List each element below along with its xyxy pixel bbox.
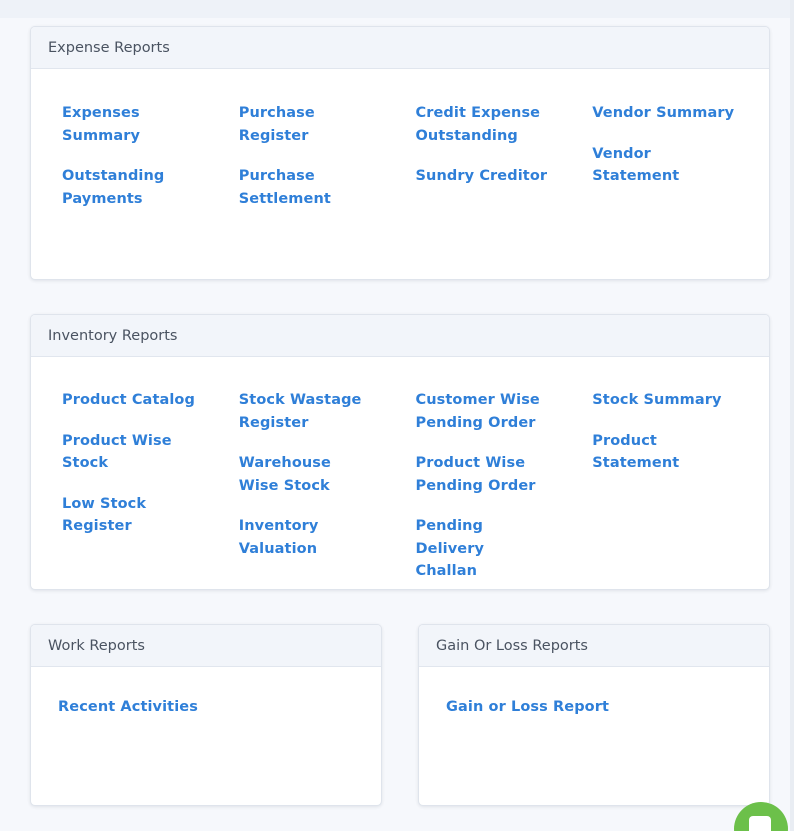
link-stock-summary[interactable]: Stock Summary: [592, 389, 742, 412]
chat-icon: [749, 816, 771, 831]
link-sundry-creditor[interactable]: Sundry Creditor: [416, 165, 566, 188]
page-scrollbar[interactable]: [790, 0, 794, 831]
inventory-reports-card: Inventory Reports Product Catalog Produc…: [30, 314, 770, 590]
inventory-reports-header: Inventory Reports: [31, 315, 769, 357]
link-purchase-settlement[interactable]: Purchase Settlement: [239, 165, 334, 210]
link-product-wise-pending-order[interactable]: Product Wise Pending Order: [416, 452, 541, 497]
link-vendor-summary[interactable]: Vendor Summary: [592, 102, 742, 125]
gain-loss-reports-card: Gain Or Loss Reports Gain or Loss Report: [418, 624, 770, 806]
link-expenses-summary[interactable]: Expenses Summary: [62, 102, 157, 147]
expense-col-1: Expenses Summary Outstanding Payments: [62, 102, 239, 210]
chat-fab-button[interactable]: [734, 802, 788, 831]
link-vendor-statement[interactable]: Vendor Statement: [592, 143, 687, 188]
link-pending-delivery-challan[interactable]: Pending Delivery Challan: [416, 515, 551, 583]
gain-loss-reports-links: Gain or Loss Report: [419, 667, 769, 719]
expense-reports-header: Expense Reports: [31, 27, 769, 69]
link-credit-expense-outstanding[interactable]: Credit Expense Outstanding: [416, 102, 541, 147]
link-low-stock-register[interactable]: Low Stock Register: [62, 493, 157, 538]
link-product-catalog[interactable]: Product Catalog: [62, 389, 212, 412]
link-outstanding-payments[interactable]: Outstanding Payments: [62, 165, 172, 210]
expense-col-4: Vendor Summary Vendor Statement: [592, 102, 769, 210]
work-reports-links: Recent Activities: [31, 667, 381, 719]
top-bar-strip: [0, 0, 794, 18]
gain-loss-reports-header: Gain Or Loss Reports: [419, 625, 769, 667]
link-inventory-valuation[interactable]: Inventory Valuation: [239, 515, 334, 560]
expense-reports-links: Expenses Summary Outstanding Payments Pu…: [31, 69, 769, 210]
expense-col-3: Credit Expense Outstanding Sundry Credit…: [416, 102, 593, 210]
link-product-statement[interactable]: Product Statement: [592, 430, 687, 475]
work-reports-title: Work Reports: [48, 637, 145, 654]
work-reports-header: Work Reports: [31, 625, 381, 667]
inventory-reports-links: Product Catalog Product Wise Stock Low S…: [31, 357, 769, 583]
link-stock-wastage-register[interactable]: Stock Wastage Register: [239, 389, 364, 434]
inventory-col-2: Stock Wastage Register Warehouse Wise St…: [239, 389, 416, 583]
expense-reports-card: Expense Reports Expenses Summary Outstan…: [30, 26, 770, 280]
work-reports-card: Work Reports Recent Activities: [30, 624, 382, 806]
expense-col-2: Purchase Register Purchase Settlement: [239, 102, 416, 210]
link-warehouse-wise-stock[interactable]: Warehouse Wise Stock: [239, 452, 369, 497]
gain-loss-reports-title: Gain Or Loss Reports: [436, 637, 588, 654]
inventory-col-1: Product Catalog Product Wise Stock Low S…: [62, 389, 239, 583]
inventory-col-4: Stock Summary Product Statement: [592, 389, 769, 583]
inventory-reports-title: Inventory Reports: [48, 327, 178, 344]
link-recent-activities[interactable]: Recent Activities: [58, 699, 198, 715]
link-product-wise-stock[interactable]: Product Wise Stock: [62, 430, 172, 475]
link-purchase-register[interactable]: Purchase Register: [239, 102, 334, 147]
link-customer-wise-pending-order[interactable]: Customer Wise Pending Order: [416, 389, 541, 434]
link-gain-or-loss-report[interactable]: Gain or Loss Report: [446, 699, 609, 715]
inventory-col-3: Customer Wise Pending Order Product Wise…: [416, 389, 593, 583]
expense-reports-title: Expense Reports: [48, 39, 170, 56]
